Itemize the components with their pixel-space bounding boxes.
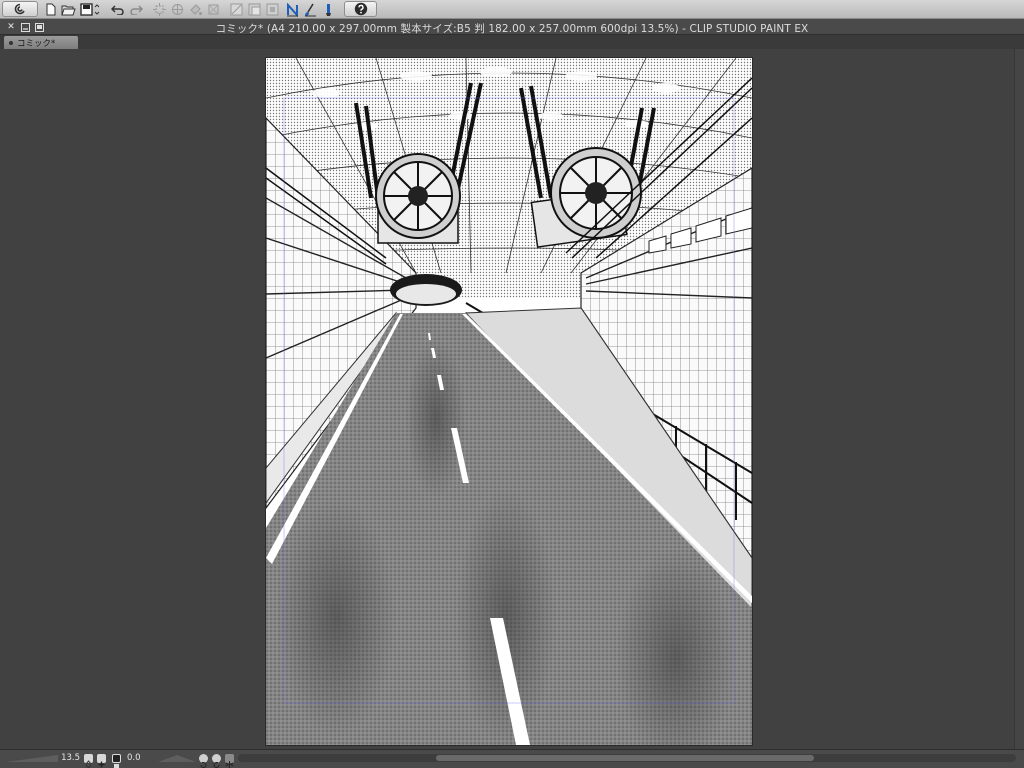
brush-tool-button[interactable] [303,2,318,17]
window-title-bar: ✕ コミック* (A4 210.00 x 297.00mm 製本サイズ:B5 判… [0,19,1024,35]
clip-studio-window: ✕ コミック* (A4 210.00 x 297.00mm 製本サイズ:B5 判… [0,0,1024,768]
redo-button[interactable] [128,2,143,17]
zoom-value[interactable]: 13.5 [60,753,80,763]
fill-tool-button[interactable] [321,2,336,17]
tab-comic-document[interactable]: コミック* [4,36,78,49]
ruler-button[interactable] [229,2,244,17]
horizontal-scrollbar[interactable] [238,754,1016,762]
fit-page-button[interactable] [112,754,121,768]
vertical-scrollbar[interactable] [1014,49,1024,749]
rotate-left-icon [200,762,207,768]
redo-icon [129,5,143,15]
layer-button[interactable] [247,2,262,17]
brush-tool-icon [305,3,316,16]
pen-tool-button[interactable] [285,2,300,17]
document-tab-bar: コミック* [0,35,1024,49]
open-file-icon [60,5,76,15]
window-title: コミック* (A4 210.00 x 297.00mm 製本サイズ:B5 判 1… [215,23,809,35]
save-button[interactable] [79,2,101,17]
zoom-in-button[interactable] [97,754,106,768]
zoom-stepper[interactable] [84,754,93,768]
help-icon [354,2,367,16]
save-icon [79,3,99,16]
crop-icon [208,4,219,15]
open-file-button[interactable] [60,2,76,17]
plus-icon [98,761,105,768]
tunnel-illustration [266,58,752,745]
snap-icon [266,3,279,16]
transform-button[interactable] [152,2,167,17]
command-bar [0,0,1024,19]
rotation-value[interactable]: 0.0 [127,753,157,763]
fit-page-icon [114,764,119,768]
status-bar: 13.5 0.0 [0,749,1024,768]
move-icon [172,4,183,15]
tab-modified-dot-icon [9,40,13,45]
tab-label: コミック* [17,38,56,49]
clip-studio-logo-icon [14,3,25,15]
crop-button[interactable] [206,2,221,17]
layer-icon [248,3,261,16]
move-button[interactable] [170,2,185,17]
horizontal-scrollbar-thumb[interactable] [436,755,814,761]
rotate-right-icon [213,762,220,768]
undo-button[interactable] [110,2,125,17]
canvas-page[interactable] [266,58,752,745]
rotate-right-button[interactable] [212,754,221,768]
fill-tool-icon [326,3,331,16]
pen-tool-icon [287,2,298,17]
fill-button[interactable] [188,2,203,17]
new-file-button[interactable] [44,2,57,17]
fill-icon [190,4,202,15]
undo-icon [110,5,124,15]
transform-icon [153,3,166,16]
zoom-slider[interactable] [6,754,58,763]
flip-icon [225,761,234,768]
rotate-left-button[interactable] [199,754,208,768]
stepper-arrows-icon [85,760,92,768]
clip-studio-logo-button[interactable] [2,1,38,17]
rotation-slider[interactable] [158,754,196,763]
ruler-icon [230,3,243,16]
help-button[interactable] [344,1,377,17]
snap-button[interactable] [265,2,280,17]
flip-button[interactable] [225,754,234,768]
new-file-icon [46,3,55,16]
